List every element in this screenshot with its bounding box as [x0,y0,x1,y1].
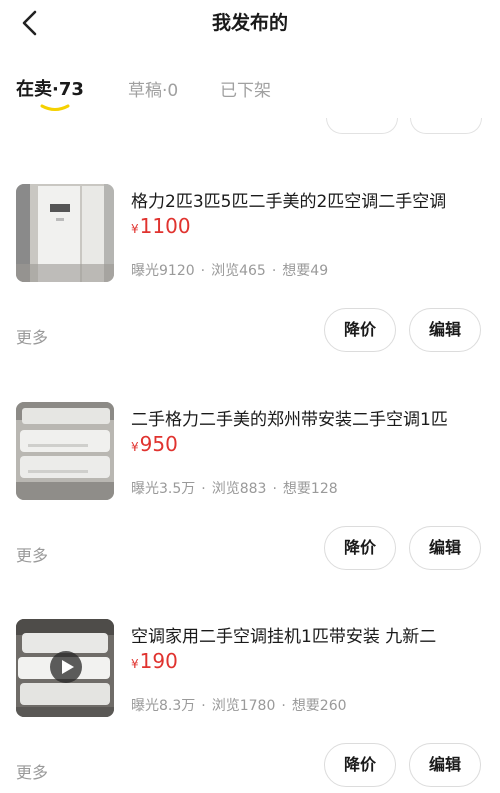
currency-symbol: ¥ [131,222,139,236]
item-title[interactable]: 二手格力二手美的郑州带安装二手空调1匹 [131,405,491,430]
separator: · [271,263,277,279]
currency-symbol: ¥ [131,657,139,671]
separator: · [201,698,206,714]
currency-symbol: ¥ [131,440,139,454]
views-count: 浏览465 [211,263,266,279]
tab-bar: 在卖·73 草稿·0 已下架 [0,70,500,114]
item-stats: 曝光9120 · 浏览465 · 想要49 [131,260,328,280]
wants-count: 想要128 [282,481,338,497]
product-thumbnail[interactable] [16,619,114,717]
active-tab-indicator [40,104,70,111]
edit-button[interactable]: 编辑 [409,743,481,787]
play-icon [62,660,74,674]
price-amount: 1100 [139,214,191,238]
price-amount: 190 [139,649,178,673]
more-button[interactable]: 更多 [16,542,48,566]
more-button[interactable]: 更多 [16,759,48,783]
page-title: 我发布的 [211,12,288,34]
views-count: 浏览1780 [211,698,276,714]
product-thumbnail[interactable] [16,402,114,500]
reduce-price-button[interactable]: 降价 [324,526,396,570]
tab-drafts[interactable]: 草稿·0 [128,76,178,101]
separator: · [200,263,206,279]
video-play-button[interactable] [50,651,82,683]
exposure-count: 曝光9120 [131,263,195,279]
product-thumbnail[interactable] [16,184,114,282]
header-bar: 我发布的 [0,0,500,52]
list-item: 格力2匹3匹5匹二手美的2匹空调二手空调 ¥1100 曝光9120 · 浏览465 ·… [0,184,500,394]
separator: · [281,698,286,714]
tab-on-sale[interactable]: 在卖·73 [16,75,84,101]
ac-unit-photo [16,402,114,500]
item-price: ¥1100 [131,214,191,238]
edit-button[interactable]: 编辑 [409,308,481,352]
item-price: ¥190 [131,649,178,673]
reduce-price-button[interactable]: 降价 [324,743,396,787]
list-item: 空调家用二手空调挂机1匹带安装 九新二 ¥190 曝光8.3万 · 浏览1780 · 想… [0,619,500,793]
item-stats: 曝光3.5万 · 浏览883 · 想要128 [131,478,338,498]
previous-item-edit-button[interactable] [410,118,482,134]
item-title[interactable]: 格力2匹3匹5匹二手美的2匹空调二手空调 [131,187,491,212]
exposure-count: 曝光3.5万 [131,481,196,497]
previous-item-price-button[interactable] [326,118,398,134]
item-price: ¥950 [131,432,178,456]
reduce-price-button[interactable]: 降价 [324,308,396,352]
wants-count: 想要260 [291,698,347,714]
wants-count: 想要49 [282,263,329,279]
price-amount: 950 [139,432,178,456]
tab-delisted[interactable]: 已下架 [220,76,271,101]
ac-unit-photo [16,184,114,282]
edit-button[interactable]: 编辑 [409,526,481,570]
separator: · [272,481,277,497]
list-item: 二手格力二手美的郑州带安装二手空调1匹 ¥950 曝光3.5万 · 浏览883 · 想要… [0,402,500,612]
views-count: 浏览883 [211,481,267,497]
item-title[interactable]: 空调家用二手空调挂机1匹带安装 九新二 [131,622,491,647]
more-button[interactable]: 更多 [16,324,48,348]
item-stats: 曝光8.3万 · 浏览1780 · 想要260 [131,695,347,715]
separator: · [201,481,206,497]
exposure-count: 曝光8.3万 [131,698,196,714]
